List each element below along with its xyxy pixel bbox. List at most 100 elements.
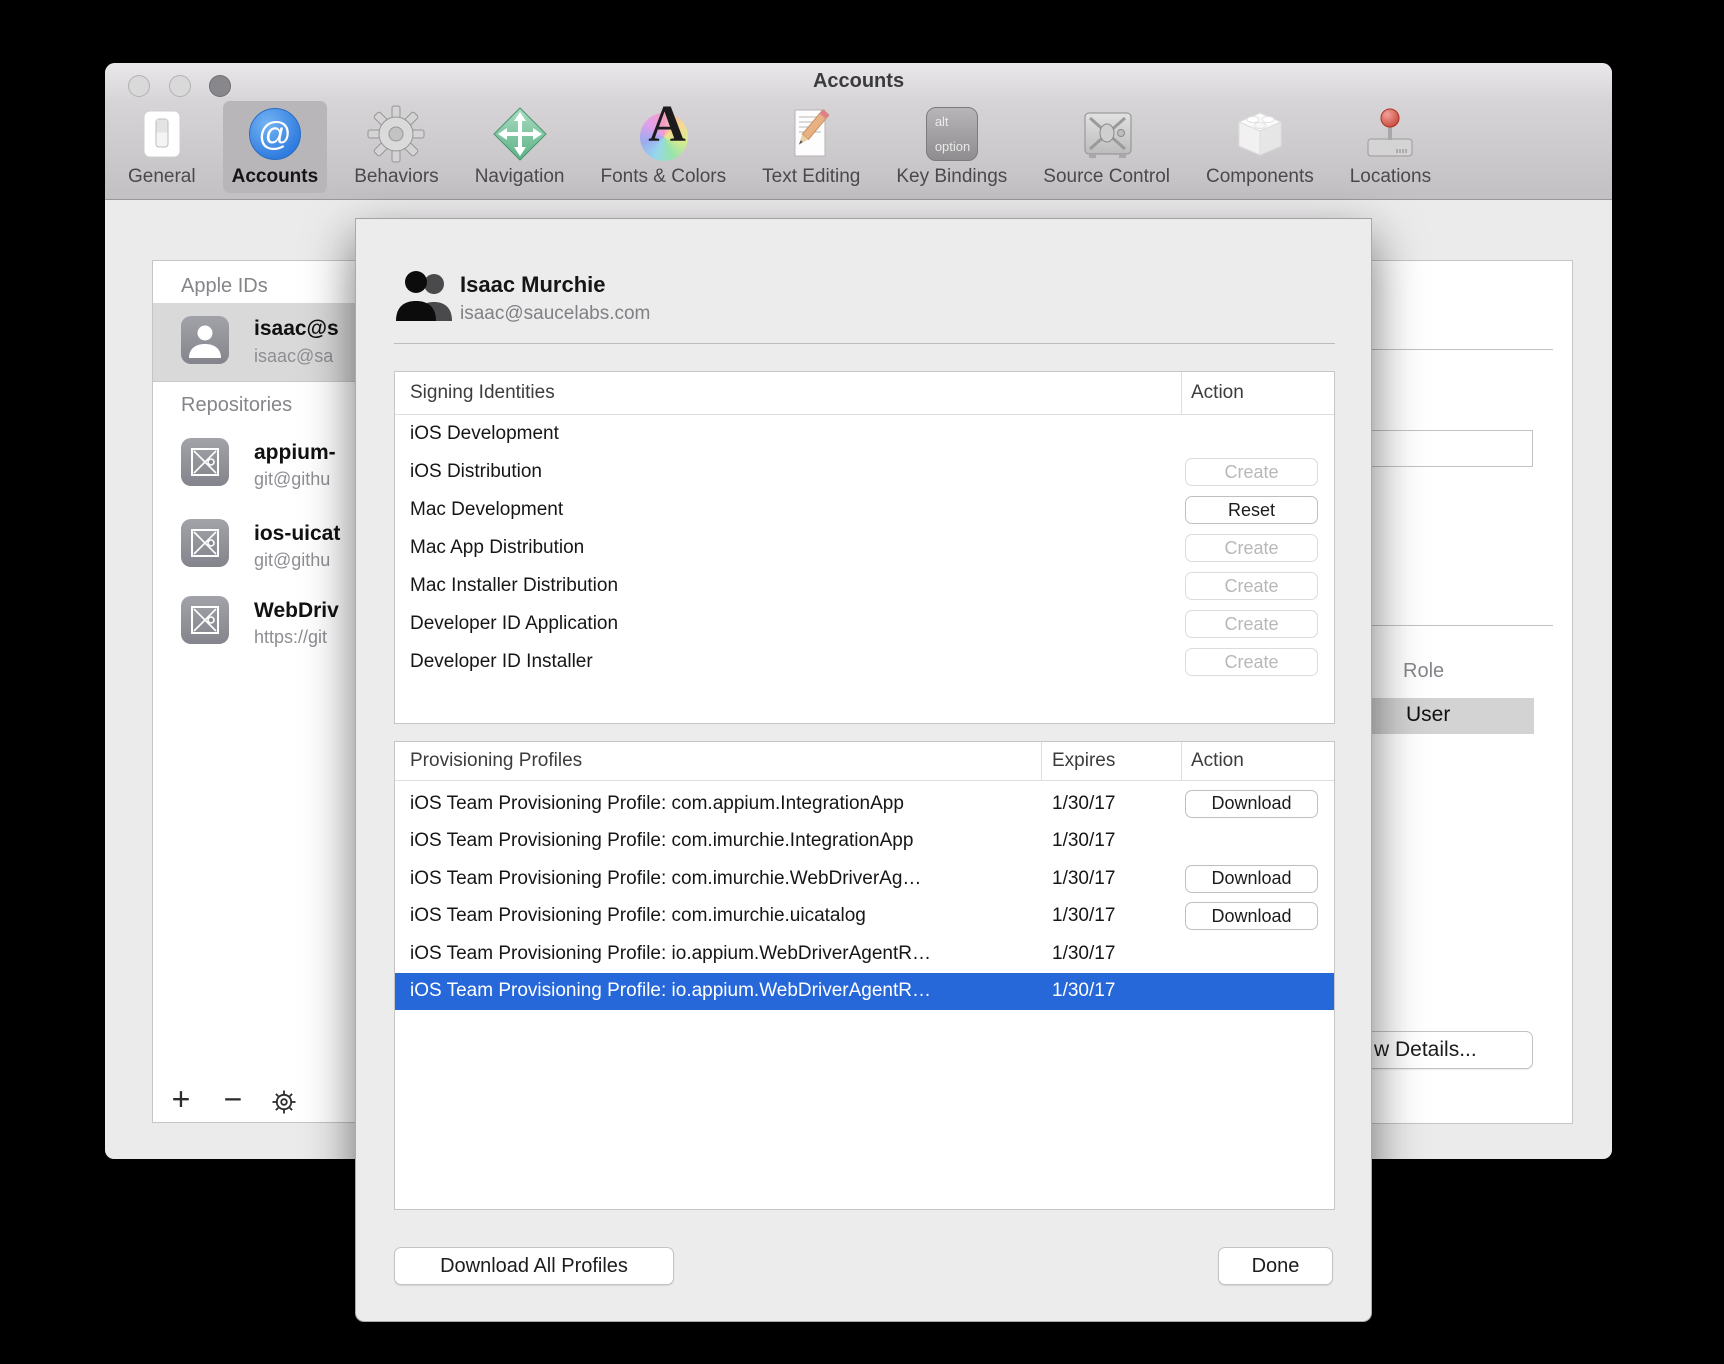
toolbar-item-label: Locations — [1350, 166, 1431, 188]
toolbar-item-navigation[interactable]: Navigation — [466, 101, 574, 193]
signing-identity-row: Developer ID Application Create — [395, 605, 1334, 643]
expires-value: 1/30/17 — [1052, 905, 1115, 927]
expires-value: 1/30/17 — [1052, 943, 1115, 965]
toolbar-item-fonts-colors[interactable]: A Fonts & Colors — [591, 101, 735, 193]
toolbar-item-label: General — [128, 166, 196, 188]
account-name: Isaac Murchie — [460, 272, 606, 298]
toolbar-item-label: Source Control — [1043, 166, 1170, 188]
expires-value: 1/30/17 — [1052, 793, 1115, 815]
action-column-header: Action — [1191, 750, 1244, 772]
toolbar-item-accounts[interactable]: @ Accounts — [223, 101, 328, 193]
toolbar-item-key-bindings[interactable]: alt option Key Bindings — [887, 101, 1016, 193]
repo-safe-icon — [181, 596, 229, 644]
preferences-toolbar: General @ Accounts Behaviors Navigation — [105, 97, 1612, 200]
download-button[interactable]: Download — [1185, 865, 1318, 893]
keycap-option-text: option — [935, 139, 970, 154]
keycap-alt-text: alt — [935, 114, 949, 129]
signing-identity-row: Mac Installer Distribution Create — [395, 567, 1334, 605]
repo-title: appium- — [254, 441, 336, 465]
toolbar-item-label: Text Editing — [762, 166, 860, 188]
provisioning-profile-row-label: iOS Team Provisioning Profile: com.appiu… — [410, 793, 904, 815]
provisioning-profile-row-label: iOS Team Provisioning Profile: com.imurc… — [410, 830, 913, 852]
provisioning-profile-row-label: iOS Team Provisioning Profile: com.imurc… — [410, 868, 921, 890]
signing-identity-row-label: Mac Development — [410, 499, 563, 521]
provisioning-table-header: Provisioning Profiles Expires Action — [395, 742, 1334, 781]
create-button[interactable]: Create — [1185, 534, 1318, 562]
toolbar-item-components[interactable]: Components — [1197, 101, 1323, 193]
fonts-colors-icon: A — [634, 105, 692, 163]
toolbar-item-label: Key Bindings — [896, 166, 1007, 188]
drive-joystick-icon — [1361, 105, 1419, 163]
role-column-header: Role — [1403, 660, 1444, 683]
reset-button[interactable]: Reset — [1185, 496, 1318, 524]
account-avatar-icon — [394, 271, 458, 321]
provisioning-profile-row[interactable]: iOS Team Provisioning Profile: com.imurc… — [395, 860, 1334, 898]
toolbar-item-general[interactable]: General — [119, 101, 205, 193]
toolbar-item-behaviors[interactable]: Behaviors — [345, 101, 448, 193]
signing-identity-row: iOS Distribution Create — [395, 453, 1334, 491]
signing-identity-row: Developer ID Installer Create — [395, 643, 1334, 681]
provisioning-profile-row-label: iOS Team Provisioning Profile: io.appium… — [410, 980, 931, 1002]
signing-identity-row-label: Developer ID Installer — [410, 651, 593, 673]
provisioning-profile-row[interactable]: iOS Team Provisioning Profile: com.appiu… — [395, 785, 1334, 823]
signing-identity-row: Mac Development Reset — [395, 491, 1334, 529]
repo-subtitle: git@githu — [254, 469, 330, 490]
person-icon — [181, 316, 229, 364]
signing-identity-row-label: iOS Distribution — [410, 461, 542, 483]
download-all-profiles-button[interactable]: Download All Profiles — [394, 1247, 674, 1285]
navigation-diamond-icon — [491, 105, 549, 163]
signing-identity-row: iOS Development — [395, 415, 1334, 453]
window-title: Accounts — [105, 70, 1612, 93]
create-button[interactable]: Create — [1185, 458, 1318, 486]
create-button[interactable]: Create — [1185, 610, 1318, 638]
repo-title: WebDriv — [254, 599, 339, 623]
toolbar-item-text-editing[interactable]: Text Editing — [753, 101, 869, 193]
download-button[interactable]: Download — [1185, 902, 1318, 930]
signing-identity-row-label: iOS Development — [410, 423, 559, 445]
at-sign-icon: @ — [246, 105, 304, 163]
light-switch-icon — [133, 105, 191, 163]
expires-value: 1/30/17 — [1052, 980, 1115, 1002]
signing-identities-table: Signing Identities Action iOS Developmen… — [394, 371, 1335, 724]
apple-ids-header: Apple IDs — [181, 275, 268, 298]
brick-icon — [1231, 105, 1289, 163]
add-account-button[interactable]: + — [167, 1081, 195, 1118]
provisioning-profile-row[interactable]: iOS Team Provisioning Profile: com.imurc… — [395, 823, 1334, 861]
signing-identity-row-label: Mac Installer Distribution — [410, 575, 618, 597]
provisioning-profile-row[interactable]: iOS Team Provisioning Profile: com.imurc… — [395, 898, 1334, 936]
provisioning-profile-row[interactable]: iOS Team Provisioning Profile: io.appium… — [395, 935, 1334, 973]
repo-title: ios-uicat — [254, 522, 340, 546]
signing-identity-row-label: Mac App Distribution — [410, 537, 584, 559]
role-value: User — [1406, 703, 1450, 727]
page-pencil-icon — [782, 105, 840, 163]
sheet-divider — [394, 343, 1335, 344]
toolbar-item-source-control[interactable]: Source Control — [1034, 101, 1179, 193]
repositories-header: Repositories — [181, 394, 292, 417]
option-keycap-icon: alt option — [923, 105, 981, 163]
toolbar-item-locations[interactable]: Locations — [1341, 101, 1440, 193]
provisioning-profile-row[interactable]: iOS Team Provisioning Profile: io.appium… — [395, 973, 1334, 1011]
done-button[interactable]: Done — [1218, 1247, 1333, 1285]
signing-table-header: Signing Identities Action — [395, 372, 1334, 415]
expires-column-header: Expires — [1052, 750, 1115, 772]
gear-icon — [367, 105, 425, 163]
title-bar: Accounts — [105, 63, 1612, 97]
toolbar-item-label: Behaviors — [354, 166, 439, 188]
column-divider — [1181, 372, 1182, 415]
toolbar-item-label: Navigation — [475, 166, 565, 188]
provisioning-profiles-table: Provisioning Profiles Expires Action iOS… — [394, 741, 1335, 1210]
repo-safe-icon — [181, 519, 229, 567]
provisioning-profile-row-label: iOS Team Provisioning Profile: com.imurc… — [410, 905, 866, 927]
download-button[interactable]: Download — [1185, 790, 1318, 818]
safe-vault-icon — [1078, 105, 1136, 163]
provisioning-profiles-title: Provisioning Profiles — [410, 750, 582, 772]
toolbar-item-label: Components — [1206, 166, 1314, 188]
remove-account-button[interactable]: − — [219, 1081, 247, 1118]
create-button[interactable]: Create — [1185, 648, 1318, 676]
create-button[interactable]: Create — [1185, 572, 1318, 600]
column-divider — [1181, 742, 1182, 781]
account-actions-gear-icon[interactable] — [271, 1089, 297, 1115]
signing-identity-row-label: Developer ID Application — [410, 613, 618, 635]
repo-subtitle: https://git — [254, 627, 327, 648]
repo-subtitle: git@githu — [254, 550, 330, 571]
